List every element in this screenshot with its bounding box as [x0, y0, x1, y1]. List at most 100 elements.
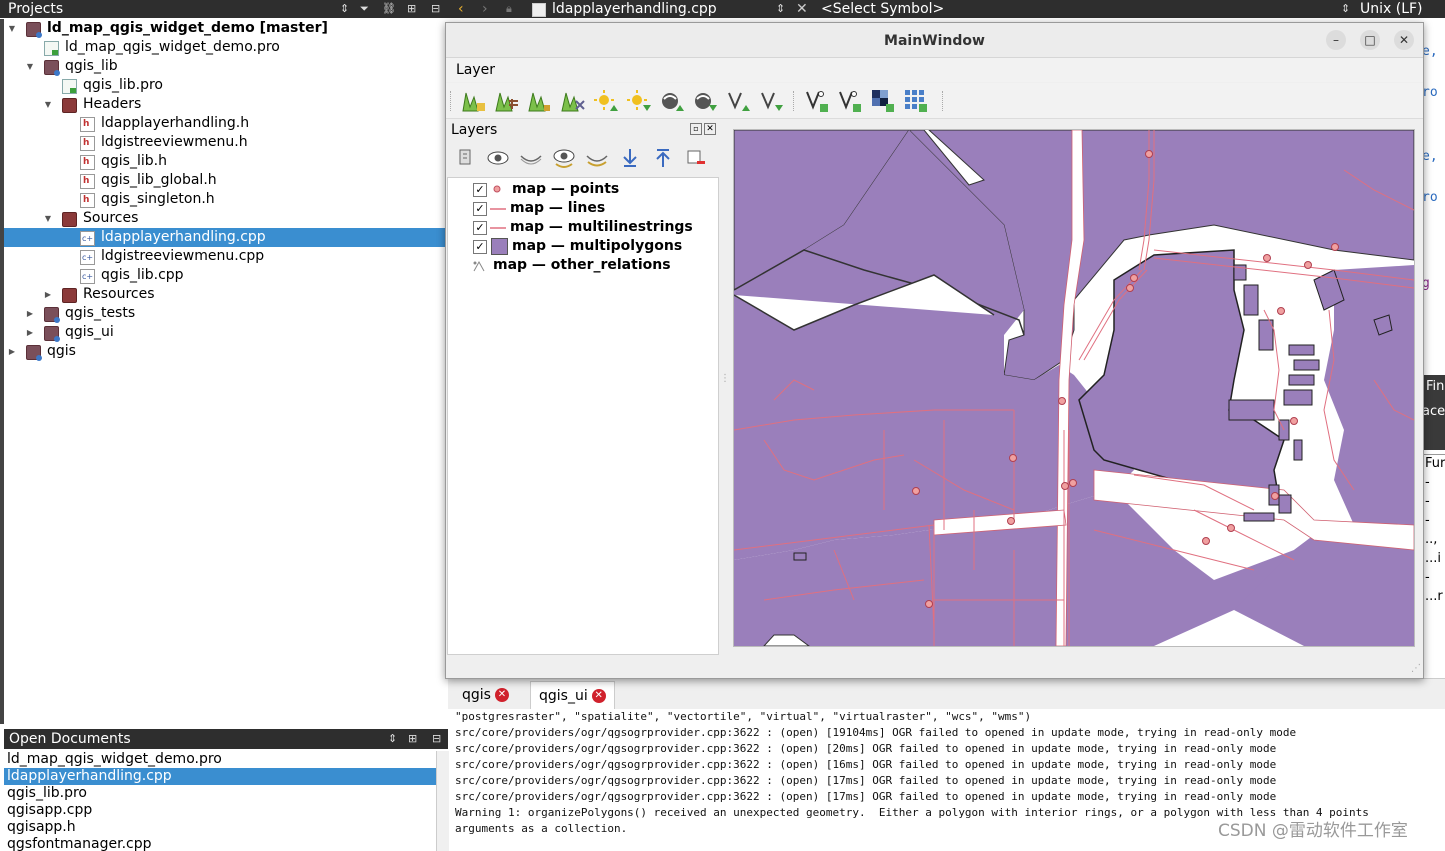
close-panel-icon[interactable]: ✕ — [704, 123, 716, 135]
tree-item-header-file[interactable]: qgis_lib.h — [4, 152, 446, 172]
tree-item-qgis-lib-pro[interactable]: qgis_lib.pro — [4, 76, 446, 95]
add-raster-layer-icon[interactable] — [460, 87, 488, 115]
open-document-item[interactable]: qgisapp.h — [4, 819, 436, 836]
resize-grip-icon[interactable]: ⋰ — [1411, 663, 1421, 674]
globe-up-icon[interactable] — [658, 87, 686, 115]
layers-tree[interactable]: ✓ map — points ✓ map — lines ✓ map — mul… — [447, 177, 719, 655]
back-arrow-icon[interactable]: ‹ — [458, 0, 464, 18]
new-raster-layer-icon[interactable] — [869, 87, 897, 115]
filter-legend-icon[interactable] — [518, 145, 544, 171]
layer-checkbox[interactable]: ✓ — [473, 221, 487, 235]
tree-item-qgis-ui[interactable]: ▶ qgis_ui — [4, 323, 446, 342]
filter-icon[interactable]: ⏷ — [360, 0, 369, 18]
split-icon[interactable]: ⊞ — [408, 729, 417, 749]
close-tab-icon[interactable]: ✕ — [494, 688, 509, 702]
collapse-all-icon[interactable] — [650, 145, 676, 171]
layer-row-lines[interactable]: ✓ map — lines — [448, 199, 716, 218]
open-document-item[interactable]: qgisapp.cpp — [4, 802, 436, 819]
chevron-updown-icon[interactable]: ⇕ — [388, 729, 397, 749]
tree-item-qgis-lib[interactable]: ▼ qgis_lib — [4, 57, 446, 76]
style-manager-icon[interactable] — [453, 145, 479, 171]
close-pane-icon[interactable]: ⊟ — [432, 729, 441, 749]
minimize-icon[interactable]: – — [1326, 30, 1346, 50]
tree-item-header-file[interactable]: qgis_lib_global.h — [4, 171, 446, 191]
sun-layer-down-icon[interactable] — [625, 87, 653, 115]
tree-item-source-file-selected[interactable]: ldapplayerhandling.cpp — [4, 228, 446, 248]
tree-item-root-project[interactable]: ▼ ld_map_qgis_widget_demo [master] — [4, 19, 446, 38]
layer-row-other-relations[interactable]: map — other_relations — [448, 256, 716, 275]
tree-item-sources[interactable]: ▼ Sources — [4, 209, 446, 228]
tree-item-source-file[interactable]: qgis_lib.cpp — [4, 266, 446, 286]
close-tab-icon[interactable]: ✕ — [591, 689, 606, 703]
chevron-down-icon[interactable]: ▼ — [43, 95, 53, 114]
layer-checkbox[interactable]: ✓ — [473, 202, 487, 216]
symbol-selector[interactable]: <Select Symbol> — [821, 0, 944, 18]
tree-item-header-file[interactable]: qgis_singleton.h — [4, 190, 446, 210]
add-mesh-layer-icon[interactable] — [493, 87, 521, 115]
expression-filter-icon[interactable] — [584, 145, 610, 171]
chevron-right-icon[interactable]: ▶ — [25, 304, 35, 323]
map-rendering[interactable] — [734, 130, 1414, 646]
layer-checkbox[interactable]: ✓ — [473, 183, 487, 197]
map-canvas[interactable] — [733, 129, 1415, 647]
new-vertex-layer-icon[interactable] — [803, 87, 831, 115]
add-vector-tile-layer-icon[interactable] — [559, 87, 587, 115]
tree-item-headers[interactable]: ▼ Headers — [4, 95, 446, 114]
layer-row-multilinestrings[interactable]: ✓ map — multilinestrings — [448, 218, 716, 237]
menu-layer[interactable]: Layer — [456, 58, 495, 83]
close-icon[interactable]: ✕ — [1394, 30, 1414, 50]
open-document-item[interactable]: qgis_lib.pro — [4, 785, 436, 802]
chevron-updown-icon[interactable]: ⇕ — [340, 0, 349, 18]
chevron-updown-icon[interactable]: ⇕ — [776, 0, 785, 18]
close-pane-icon[interactable]: ⊟ — [431, 0, 440, 18]
current-file-name[interactable]: ldapplayerhandling.cpp — [552, 0, 717, 18]
add-pointcloud-layer-icon[interactable] — [526, 87, 554, 115]
layer-row-multipolygons[interactable]: ✓ map — multipolygons — [448, 237, 716, 256]
sun-layer-icon[interactable] — [592, 87, 620, 115]
chevron-right-icon[interactable]: ▶ — [43, 285, 53, 304]
forward-arrow-icon[interactable]: › — [482, 0, 488, 18]
eye-icon[interactable] — [485, 145, 511, 171]
open-documents-list[interactable]: ld_map_qgis_widget_demo.pro ldapplayerha… — [4, 751, 436, 851]
tree-item-pro-file[interactable]: ld_map_qgis_widget_demo.pro — [4, 38, 446, 57]
tab-qgis[interactable]: qgis ✕ — [454, 681, 517, 709]
split-icon[interactable]: ⊞ — [407, 0, 416, 18]
tree-item-qgis[interactable]: ▶ qgis — [4, 342, 446, 361]
tree-item-header-file[interactable]: ldgistreeviewmenu.h — [4, 133, 446, 153]
layer-row-points[interactable]: ✓ map — points — [448, 180, 716, 199]
tab-qgis-ui[interactable]: qgis_ui ✕ — [530, 681, 615, 710]
new-grid-layer-icon[interactable] — [902, 87, 930, 115]
chevron-down-icon[interactable]: ▼ — [7, 19, 17, 38]
open-document-item[interactable]: ld_map_qgis_widget_demo.pro — [4, 751, 436, 768]
open-document-item-selected[interactable]: ldapplayerhandling.cpp — [4, 768, 436, 785]
layer-checkbox[interactable]: ✓ — [473, 240, 487, 254]
chevron-right-icon[interactable]: ▶ — [25, 323, 35, 342]
remove-layer-icon[interactable] — [683, 145, 709, 171]
main-window[interactable]: MainWindow – □ ✕ Layer Layers ▫ ✕ ✓ map … — [445, 22, 1424, 679]
tree-item-source-file[interactable]: ldgistreeviewmenu.cpp — [4, 247, 446, 267]
tree-item-qgis-tests[interactable]: ▶ qgis_tests — [4, 304, 446, 323]
line-ending-selector[interactable]: Unix (LF) — [1360, 0, 1423, 18]
maximize-icon[interactable]: □ — [1360, 30, 1380, 50]
link-icon[interactable]: ⛓ — [382, 0, 396, 18]
float-panel-icon[interactable]: ▫ — [690, 123, 702, 135]
filter-map-icon[interactable] — [551, 145, 577, 171]
code-editor-background[interactable]: e, ro e, ro g Fin ace Fur - - - .., ...i… — [1422, 18, 1445, 678]
new-vertex-layer-2-icon[interactable] — [836, 87, 864, 115]
chevron-updown-icon[interactable]: ⇕ — [1341, 0, 1350, 18]
vertex-up-icon[interactable] — [724, 87, 752, 115]
close-document-icon[interactable]: ✕ — [796, 0, 808, 18]
tree-item-resources[interactable]: ▶ Resources — [4, 285, 446, 304]
project-tree[interactable]: ▼ ld_map_qgis_widget_demo [master] ld_ma… — [4, 19, 446, 724]
chevron-right-icon[interactable]: ▶ — [7, 342, 17, 361]
window-titlebar[interactable]: MainWindow – □ ✕ — [446, 23, 1423, 58]
tree-item-header-file[interactable]: ldapplayerhandling.h — [4, 114, 446, 134]
chevron-down-icon[interactable]: ▼ — [25, 57, 35, 76]
open-document-item[interactable]: qgsfontmanager.cpp — [4, 836, 436, 851]
vertex-down-icon[interactable] — [757, 87, 785, 115]
globe-down-icon[interactable] — [691, 87, 719, 115]
chevron-down-icon[interactable]: ▼ — [43, 209, 53, 228]
open-documents-scrollbar[interactable] — [436, 751, 449, 851]
expand-all-icon[interactable] — [617, 145, 643, 171]
splitter-handle[interactable]: ⋮ — [720, 373, 730, 384]
